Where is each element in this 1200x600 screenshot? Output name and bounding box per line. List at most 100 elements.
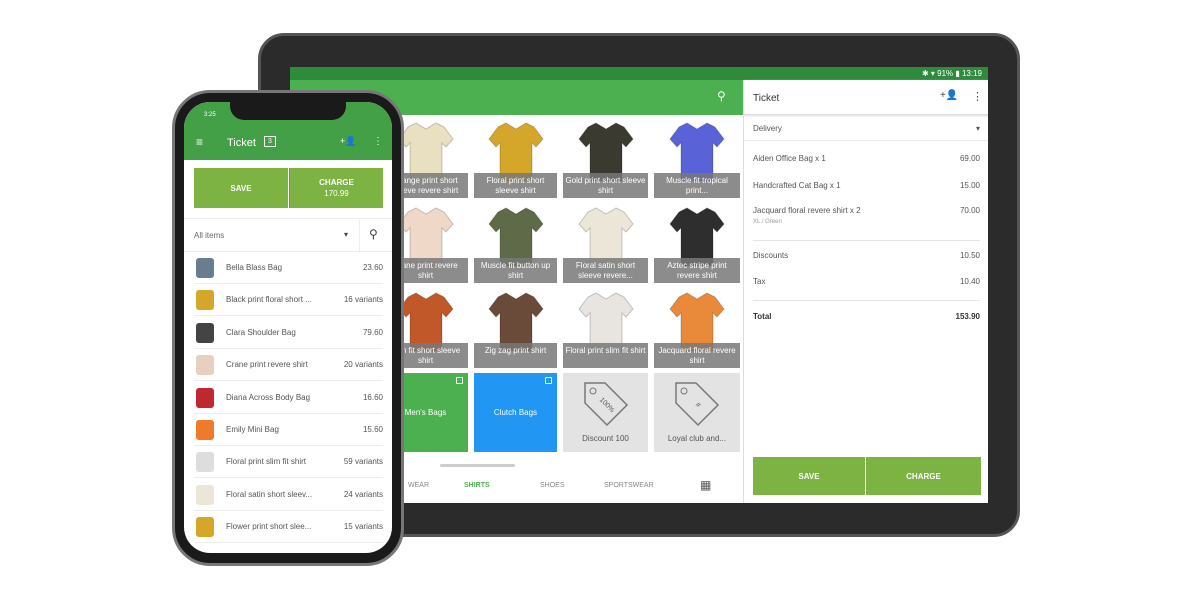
category-tab[interactable]: SHIRTS (464, 482, 490, 489)
folder-icon (545, 377, 552, 384)
item-price: 15.00 (959, 181, 980, 190)
item-tile[interactable]: Aztec stripe print revere shirt (654, 203, 740, 283)
list-item[interactable]: Crane print revere shirt 20 variants (194, 349, 383, 382)
ticket-panel: Ticket +👤 ⋮ Delivery ▾ Aiden Office Bag x… (743, 80, 988, 503)
notch (230, 102, 346, 120)
svg-text:#: # (694, 401, 702, 409)
item-tile[interactable]: Jacquard floral revere shirt (654, 288, 740, 368)
item-name: Emily Mini Bag (226, 425, 279, 434)
list-item[interactable]: Flower print short slee... 15 variants (194, 511, 383, 544)
item-tile[interactable]: Floral satin short sleeve revere... (563, 203, 648, 283)
category-label: Men's Bags (404, 408, 447, 417)
search-icon[interactable]: ⚲ (369, 227, 378, 241)
dining-option: Delivery (753, 124, 782, 133)
ticket-line-item[interactable]: Handcrafted Cat Bag x 1 15.00 (753, 181, 980, 190)
list-item[interactable]: Black print floral short ... 16 variants (194, 284, 383, 317)
discounts-label: Discounts (753, 251, 789, 260)
item-price: 15.60 (362, 425, 383, 434)
item-price: 23.60 (362, 263, 383, 272)
list-item[interactable]: Floral print slim fit shirt 59 variants (194, 446, 383, 479)
item-name: Black print floral short ... (226, 295, 312, 305)
phone-save-button[interactable]: SAVE (194, 168, 288, 208)
more-icon[interactable]: ⋮ (373, 136, 383, 147)
discounts-value: 10.50 (959, 251, 980, 260)
category-tab[interactable]: SPORTSWEAR (604, 482, 654, 489)
total-value: 153.90 (955, 312, 980, 321)
category-tab[interactable]: SHOES (540, 482, 565, 489)
item-name: Bella Blass Bag (226, 263, 283, 272)
tax-label: Tax (753, 277, 766, 286)
item-thumbnail (196, 258, 214, 278)
phone-ticket-title: Ticket (227, 137, 256, 149)
add-customer-icon[interactable]: +👤 (940, 90, 958, 101)
dining-option-select[interactable]: Delivery ▾ (753, 124, 980, 133)
total-label: Total (753, 312, 772, 321)
add-customer-icon[interactable]: +👤 (340, 136, 356, 147)
item-label: Zig zag print shirt (474, 343, 557, 368)
item-label: Gold print short sleeve shirt (563, 173, 648, 198)
item-name: Aiden Office Bag x 1 (753, 154, 826, 163)
list-item[interactable]: Diana Across Body Bag 16.60 (194, 382, 383, 414)
item-name: Floral print slim fit shirt (226, 457, 307, 467)
item-price: 69.00 (959, 154, 980, 163)
item-price: 16 variants (343, 295, 383, 305)
ticket-line-item[interactable]: Aiden Office Bag x 1 69.00 (753, 154, 980, 163)
item-tile[interactable]: Floral print slim fit shirt (563, 288, 648, 368)
list-item[interactable]: Clara Shoulder Bag 79.60 (194, 317, 383, 349)
chevron-down-icon: ▾ (344, 230, 349, 239)
charge-button[interactable]: CHARGE (866, 457, 981, 495)
item-thumbnail (196, 290, 214, 311)
tag-icon: 100% (583, 382, 628, 427)
item-price: 16.60 (362, 392, 383, 402)
ticket-count-badge: 3 (264, 136, 276, 147)
list-item[interactable]: Bella Blass Bag 23.60 (194, 252, 383, 284)
item-tile[interactable]: Muscle fit tropical print... (654, 118, 740, 198)
item-name: Flower print short slee... (226, 522, 312, 532)
scrollbar[interactable] (440, 464, 515, 467)
more-icon[interactable]: ⋮ (972, 90, 983, 103)
discount-tile[interactable]: 100% Discount 100 (563, 373, 648, 452)
ticket-line-item[interactable]: Jacquard floral revere shirt x 2 70.00 XL … (753, 206, 980, 225)
item-thumbnail (196, 355, 214, 376)
item-price: 59 variants (343, 457, 383, 467)
phone-charge-button[interactable]: CHARGE 170.99 (289, 168, 383, 208)
item-thumbnail (196, 322, 214, 343)
discount-label: Loyal club and... (667, 434, 727, 443)
tag-icon: # (675, 382, 720, 427)
item-thumbnail (196, 484, 214, 505)
item-name: Clara Shoulder Bag (226, 327, 296, 337)
time: 3:25 (204, 112, 216, 118)
list-item[interactable]: Floral satin short sleev... 24 variants (194, 479, 383, 511)
category-tab[interactable]: WEAR (408, 482, 429, 489)
chevron-down-icon: ▾ (975, 124, 980, 133)
phone-header: 3:25 ≡ Ticket 3 +👤 ⋮ (184, 102, 392, 160)
item-thumbnail (196, 517, 214, 538)
search-icon[interactable]: ⚲ (717, 89, 726, 103)
item-tile[interactable]: Floral print short sleeve shirt (474, 118, 557, 198)
item-price: 24 variants (343, 489, 383, 499)
discount-tile[interactable]: # Loyal club and... (654, 373, 740, 452)
grid-view-icon[interactable]: ▦ (700, 478, 711, 492)
charge-label: CHARGE (319, 178, 354, 187)
item-name: Jacquard floral revere shirt x 2 (753, 206, 861, 215)
discounts-row: Discounts 10.50 (753, 251, 980, 260)
item-name: Floral satin short sleev... (226, 489, 313, 499)
item-thumbnail (196, 387, 214, 408)
item-name: Diana Across Body Bag (226, 392, 311, 402)
item-tile[interactable]: Zig zag print shirt (474, 288, 557, 368)
filter-bar: All items ▾ ⚲ (184, 218, 392, 253)
item-price: 20 variants (343, 360, 383, 370)
menu-icon[interactable]: ≡ (196, 135, 203, 149)
tax-row: Tax 10.40 (753, 277, 980, 286)
items-filter-select[interactable]: All items (194, 231, 224, 240)
item-name: Crane print revere shirt (226, 360, 308, 370)
svg-text:100%: 100% (597, 397, 615, 415)
list-item[interactable]: Emily Mini Bag 15.60 (194, 414, 383, 446)
item-tile[interactable]: Muscle fit button up shirt (474, 203, 557, 283)
item-label: Floral print slim fit shirt (563, 343, 648, 368)
item-price: 15 variants (343, 522, 383, 532)
category-tile[interactable]: Clutch Bags (474, 373, 557, 452)
save-button[interactable]: SAVE (753, 457, 865, 495)
status-bar: ✱ ▾ 91% ▮ 13:19 (290, 67, 988, 80)
item-tile[interactable]: Gold print short sleeve shirt (563, 118, 648, 198)
